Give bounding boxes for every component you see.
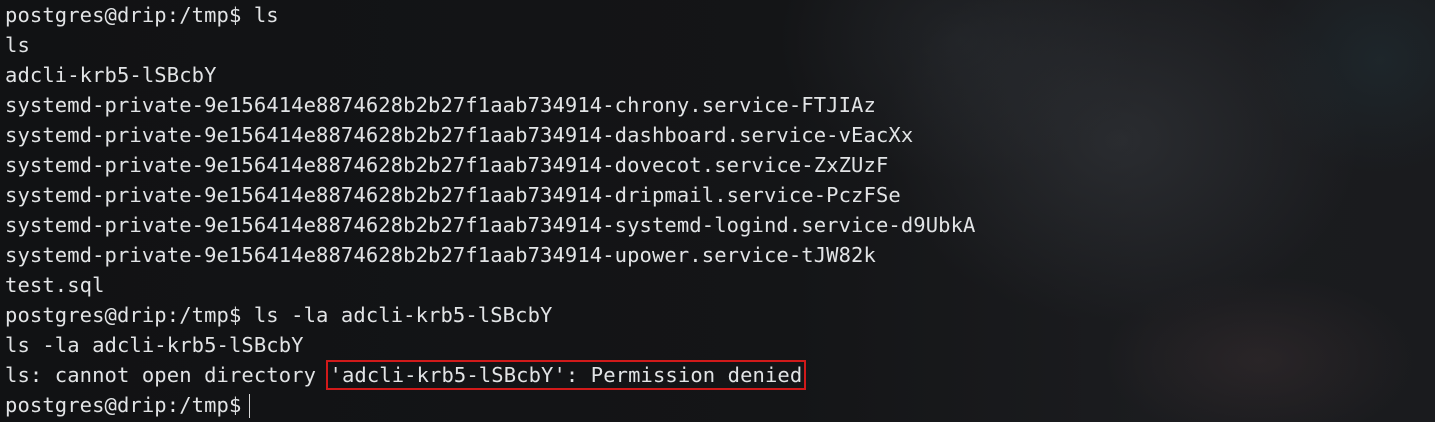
error-prefix: ls: cannot open directory [5, 363, 329, 387]
text-cursor [249, 394, 251, 418]
terminal-window[interactable]: postgres@drip:/tmp$ ls ls adcli-krb5-lSB… [0, 0, 1435, 422]
terminal-line: systemd-private-9e156414e8874628b2b27f1a… [5, 243, 876, 267]
highlighted-error-message: 'adcli-krb5-lSBcbY': Permission denied [325, 360, 807, 390]
terminal-line: systemd-private-9e156414e8874628b2b27f1a… [5, 153, 889, 177]
terminal-line: systemd-private-9e156414e8874628b2b27f1a… [5, 213, 976, 237]
terminal-line: test.sql [5, 273, 105, 297]
terminal-line: systemd-private-9e156414e8874628b2b27f1a… [5, 93, 876, 117]
terminal-line: ls -la adcli-krb5-lSBcbY [5, 333, 304, 357]
error-line: ls: cannot open directory 'adcli-krb5-lS… [5, 360, 975, 390]
terminal-line: postgres@drip:/tmp$ ls [5, 3, 279, 27]
terminal-line: ls [5, 33, 30, 57]
terminal-line: postgres@drip:/tmp$ ls -la adcli-krb5-lS… [5, 303, 553, 327]
terminal-line: systemd-private-9e156414e8874628b2b27f1a… [5, 123, 914, 147]
terminal-line: systemd-private-9e156414e8874628b2b27f1a… [5, 183, 901, 207]
prompt-line[interactable]: postgres@drip:/tmp$ [5, 390, 975, 420]
terminal-line: adcli-krb5-lSBcbY [5, 63, 217, 87]
terminal-output: postgres@drip:/tmp$ ls ls adcli-krb5-lSB… [5, 0, 975, 420]
shell-prompt: postgres@drip:/tmp$ [5, 393, 242, 417]
